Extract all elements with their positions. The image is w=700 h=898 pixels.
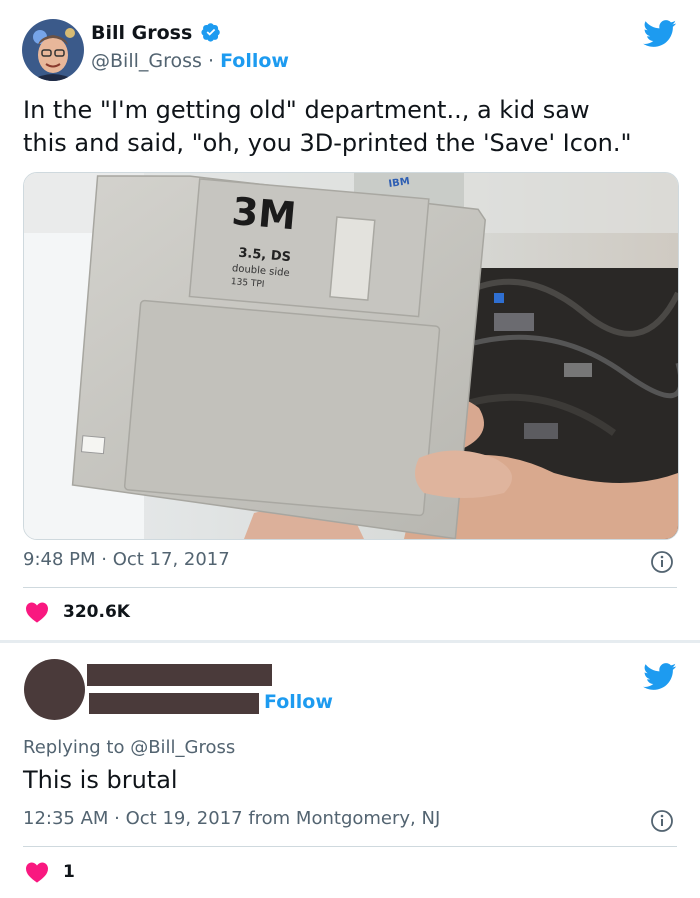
tweet-text-line: this and said, "oh, you 3D-printed the '… [23,129,632,157]
author-handle-row: @Bill_Gross · Follow [91,50,289,72]
twitter-bird-icon[interactable] [643,663,677,691]
info-icon[interactable] [650,809,674,833]
twitter-bird-icon[interactable] [643,20,677,48]
divider [23,846,677,847]
reply-avatar[interactable] [24,659,85,720]
reply-follow-button[interactable]: Follow [264,691,333,713]
info-icon[interactable] [650,550,674,574]
reply-timestamp[interactable]: 12:35 AM · Oct 19, 2017 from Montgomery,… [23,808,440,829]
reply-like-count: 1 [63,862,75,882]
tweet-text: In the "I'm getting old" department.., a… [23,94,632,160]
author-name[interactable]: Bill Gross [91,22,221,44]
redacted-handle [89,693,259,714]
replying-to[interactable]: Replying to @Bill_Gross [23,737,235,758]
heart-icon[interactable] [25,601,49,623]
verified-badge-icon [201,23,220,42]
heart-icon[interactable] [25,861,49,883]
author-handle[interactable]: @Bill_Gross [91,50,202,72]
tweet-photo[interactable]: 3M 3.5, DS double side 135 TPI IBM [23,172,679,540]
reply-text: This is brutal [23,766,178,794]
reply-card: Follow Replying to @Bill_Gross This is b… [0,643,700,898]
author-avatar[interactable] [22,19,84,81]
like-count: 320.6K [63,602,130,622]
tweet-text-line: In the "I'm getting old" department.., a… [23,96,590,124]
tweet-timestamp[interactable]: 9:48 PM · Oct 17, 2017 [23,549,230,570]
divider [23,587,677,588]
follow-button[interactable]: Follow [220,50,289,72]
dot-separator: · [207,50,215,72]
photo-brand-text: 3M [230,189,298,238]
redacted-name [87,664,272,686]
tweet-card: Bill Gross @Bill_Gross · Follow In the "… [0,0,700,640]
